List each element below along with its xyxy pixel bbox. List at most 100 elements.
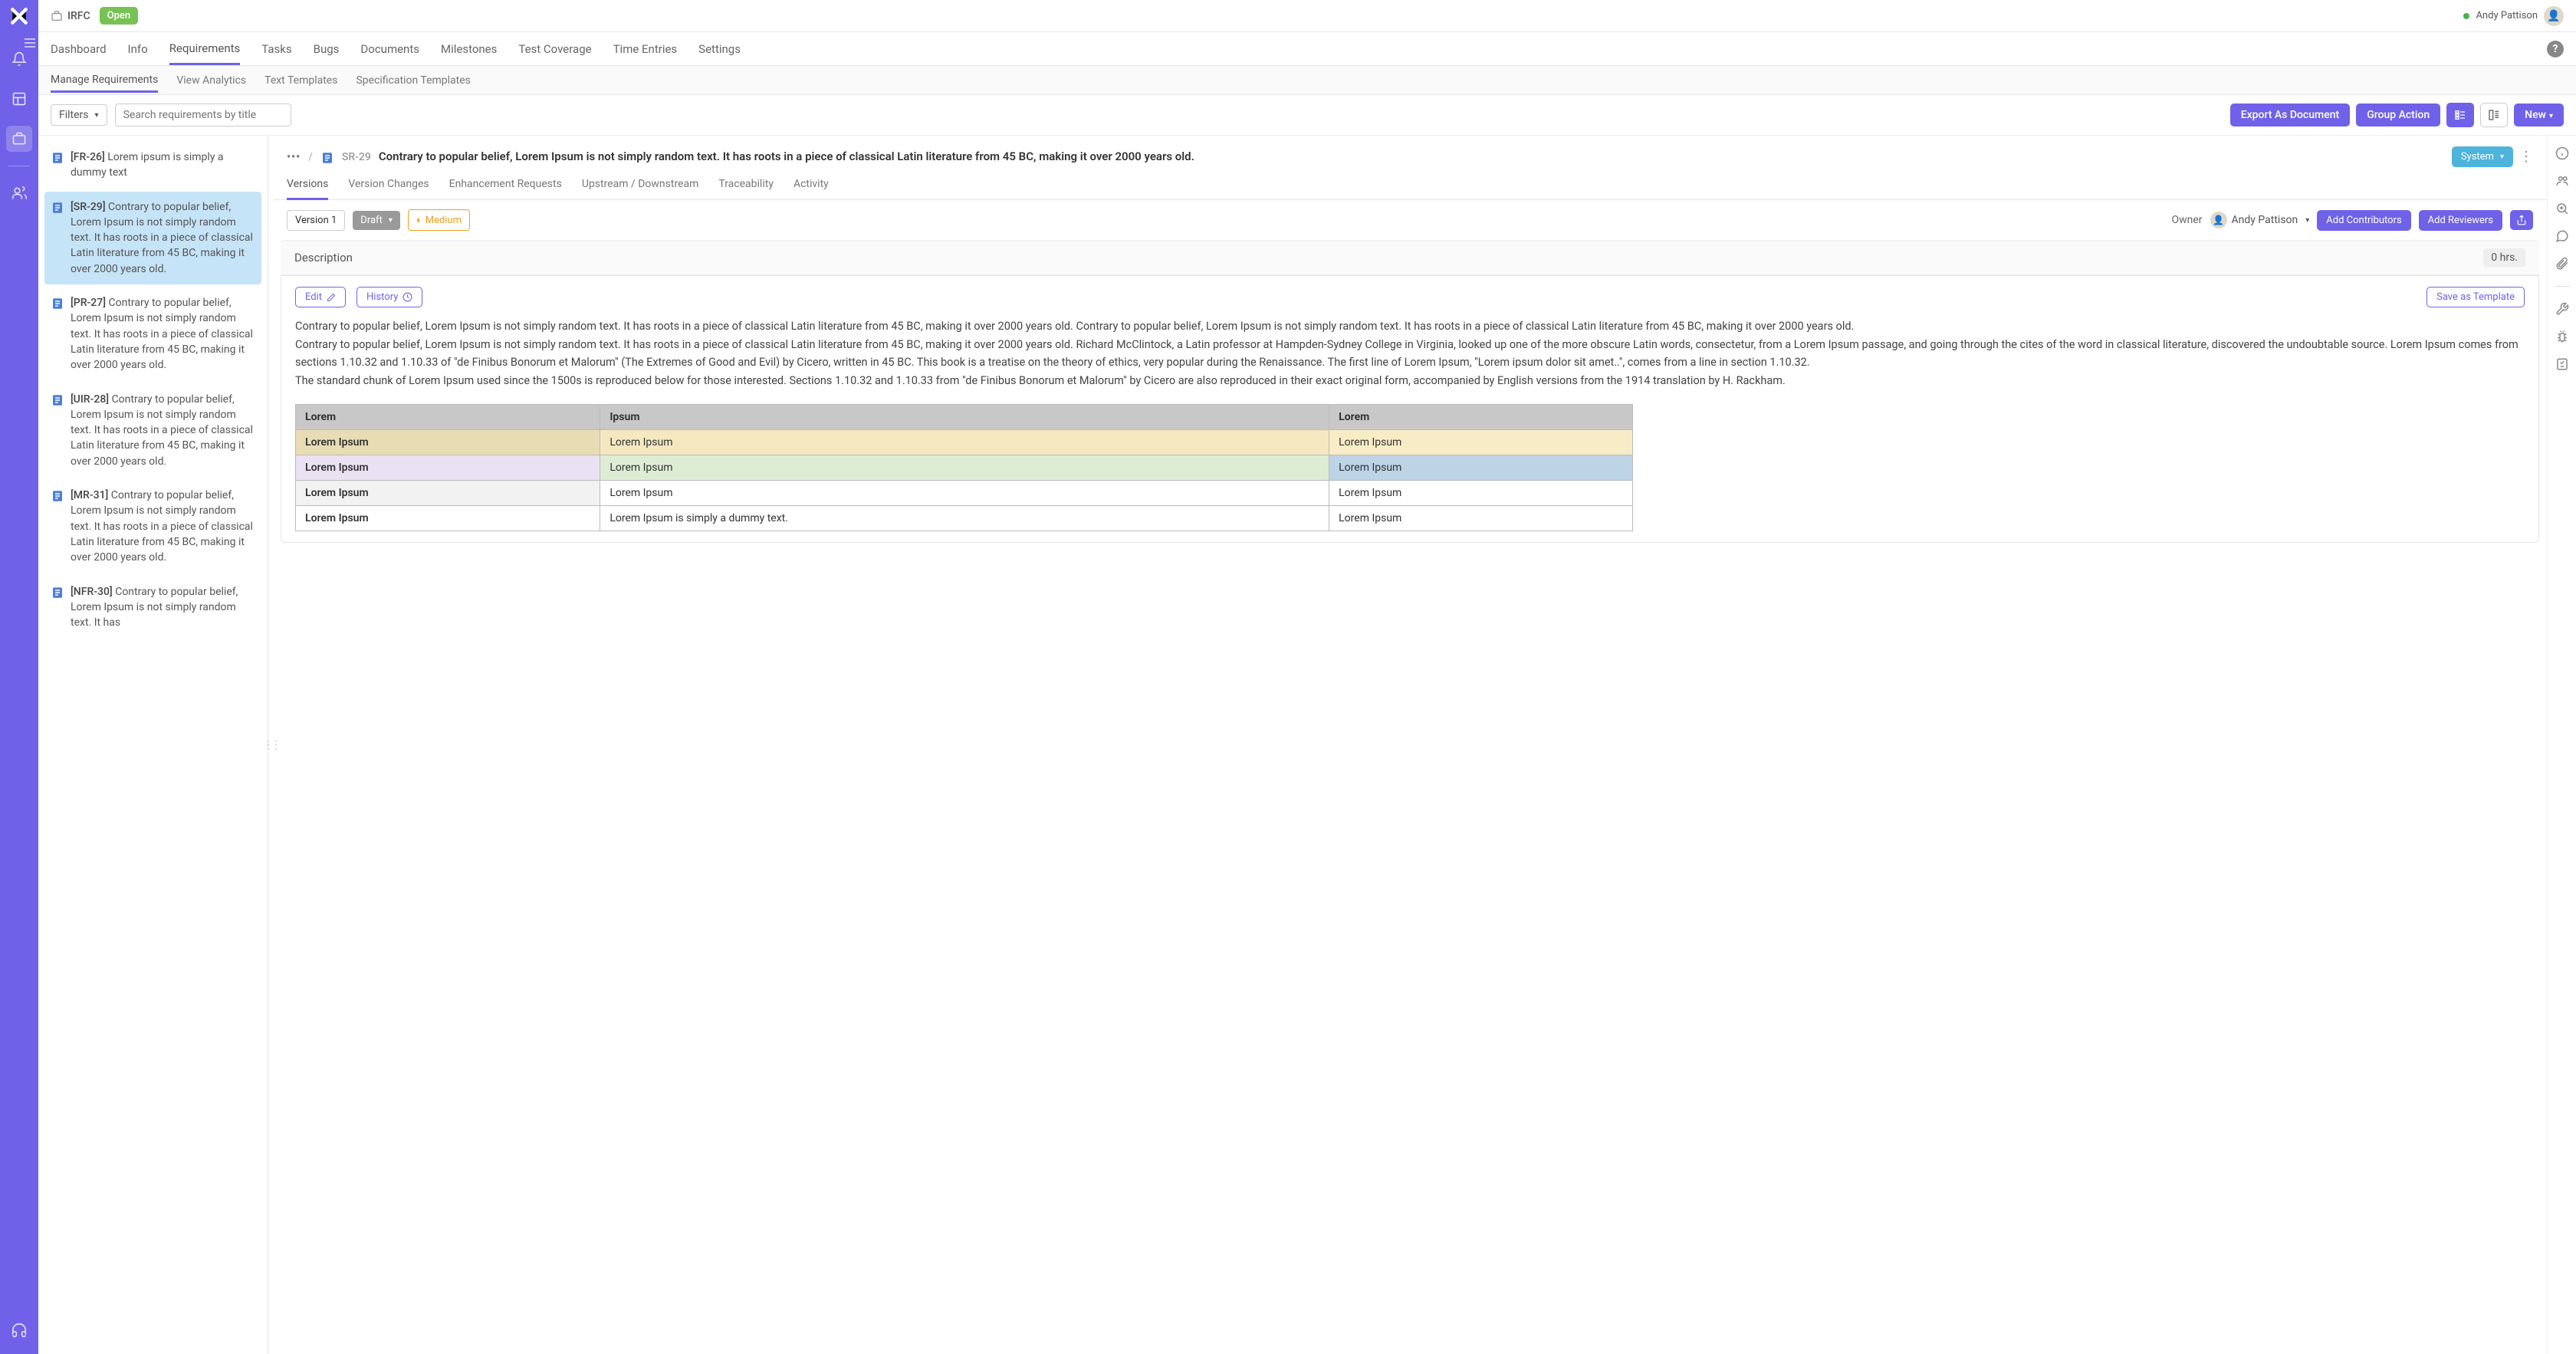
- crumb-separator: /: [308, 151, 313, 163]
- requirement-item[interactable]: [UIR-28] Contrary to popular belief, Lor…: [44, 384, 261, 477]
- requirement-text: [MR-31] Contrary to popular belief, Lore…: [71, 488, 255, 565]
- view-list-icon[interactable]: [2446, 103, 2474, 127]
- user-name: Andy Pattison: [2476, 10, 2538, 21]
- subtab-view-analytics[interactable]: View Analytics: [176, 74, 246, 87]
- nav-tab-bugs[interactable]: Bugs: [314, 35, 340, 64]
- sub-nav: Manage Requirements View Analytics Text Te…: [38, 66, 2576, 95]
- support-icon[interactable]: [6, 1317, 32, 1343]
- table-cell: Lorem Ipsum: [296, 480, 600, 505]
- add-reviewers-button[interactable]: Add Reviewers: [2419, 210, 2502, 231]
- detail-tab-version-changes[interactable]: Version Changes: [348, 178, 429, 199]
- share-button[interactable]: [2510, 210, 2533, 230]
- app-logo[interactable]: [9, 6, 29, 26]
- detail-tab-versions[interactable]: Versions: [287, 178, 328, 200]
- subtab-specification-templates[interactable]: Specification Templates: [356, 74, 470, 87]
- attachment-icon[interactable]: [2555, 257, 2569, 271]
- nav-tab-dashboard[interactable]: Dashboard: [51, 35, 107, 64]
- table-row: Lorem IpsumLorem IpsumLorem Ipsum: [296, 480, 1633, 505]
- nav-tab-test-coverage[interactable]: Test Coverage: [518, 35, 591, 64]
- right-icon-rail: [2547, 136, 2576, 1354]
- requirement-icon: [51, 297, 64, 311]
- table-cell: Lorem Ipsum: [296, 429, 600, 455]
- requirement-icon: [51, 151, 64, 165]
- nav-tab-requirements[interactable]: Requirements: [169, 34, 241, 65]
- projects-icon[interactable]: [6, 126, 32, 152]
- requirement-text: [NFR-30] Contrary to popular belief, Lor…: [71, 584, 255, 631]
- notifications-icon[interactable]: [6, 46, 32, 72]
- table-row: Lorem IpsumLorem IpsumLorem Ipsum: [296, 429, 1633, 455]
- more-actions-icon[interactable]: •••: [287, 151, 301, 163]
- project-breadcrumb[interactable]: IRFC: [51, 10, 90, 22]
- edit-button[interactable]: Edit: [295, 287, 346, 307]
- status-dropdown[interactable]: Draft: [353, 211, 400, 230]
- hours-chip: 0 hrs.: [2483, 248, 2525, 267]
- nav-tab-info[interactable]: Info: [128, 35, 148, 64]
- nav-tab-tasks[interactable]: Tasks: [261, 35, 291, 64]
- dashboard-icon[interactable]: [6, 86, 32, 112]
- detail-tab-enhancement-requests[interactable]: Enhancement Requests: [449, 178, 562, 199]
- nav-tab-documents[interactable]: Documents: [360, 35, 419, 64]
- requirement-item[interactable]: [NFR-30] Contrary to popular belief, Lor…: [44, 577, 261, 639]
- filters-button[interactable]: Filters: [51, 104, 107, 126]
- detail-tab-upstream-downstream[interactable]: Upstream / Downstream: [582, 178, 699, 199]
- version-chip[interactable]: Version 1: [287, 210, 345, 231]
- add-contributors-button[interactable]: Add Contributors: [2317, 210, 2410, 231]
- requirement-text: [SR-29] Contrary to popular belief, Lore…: [71, 199, 255, 277]
- wrench-icon[interactable]: [2555, 302, 2569, 316]
- requirement-id: SR-29: [342, 151, 371, 163]
- table-cell: Lorem Ipsum: [1329, 455, 1633, 480]
- user-avatar[interactable]: 👤: [2544, 6, 2564, 26]
- table-header: Lorem: [296, 404, 600, 429]
- subtab-text-templates[interactable]: Text Templates: [264, 74, 337, 87]
- view-grid-icon[interactable]: [2480, 103, 2508, 127]
- nav-tab-time-entries[interactable]: Time Entries: [613, 35, 678, 64]
- top-bar: IRFC Open Andy Pattison 👤: [38, 0, 2576, 32]
- project-status-badge: Open: [100, 7, 138, 25]
- table-cell: Lorem Ipsum: [296, 455, 600, 480]
- requirement-item[interactable]: [PR-27] Contrary to popular belief, Lore…: [44, 288, 261, 380]
- kebab-menu-icon[interactable]: ⋮: [2519, 149, 2533, 165]
- table-cell: Lorem Ipsum: [1329, 429, 1633, 455]
- requirement-item[interactable]: [SR-29] Contrary to popular belief, Lore…: [44, 192, 261, 284]
- description-body: Contrary to popular belief, Lorem Ipsum …: [295, 318, 2525, 390]
- history-button[interactable]: History: [356, 287, 422, 307]
- info-icon[interactable]: [2555, 146, 2569, 160]
- save-template-button[interactable]: Save as Template: [2426, 287, 2525, 307]
- system-dropdown[interactable]: System: [2452, 146, 2513, 167]
- people-icon[interactable]: [2555, 174, 2569, 188]
- nav-tab-milestones[interactable]: Milestones: [441, 35, 497, 64]
- requirement-item[interactable]: [MR-31] Contrary to popular belief, Lore…: [44, 480, 261, 573]
- table-header: Lorem: [1329, 404, 1633, 429]
- table-cell: Lorem Ipsum: [1329, 505, 1633, 531]
- table-cell: Lorem Ipsum: [600, 455, 1329, 480]
- search-input[interactable]: [115, 104, 291, 127]
- group-action-button[interactable]: Group Action: [2356, 104, 2440, 127]
- nav-tab-settings[interactable]: Settings: [698, 35, 741, 64]
- requirement-icon: [51, 201, 64, 215]
- table-cell: Lorem Ipsum: [600, 480, 1329, 505]
- priority-chip[interactable]: Medium: [408, 209, 470, 231]
- resize-handle[interactable]: [268, 136, 273, 1354]
- requirement-icon: [51, 393, 64, 407]
- help-icon[interactable]: ?: [2547, 41, 2564, 58]
- new-button[interactable]: New: [2514, 104, 2564, 127]
- requirement-icon: [51, 586, 64, 600]
- zoom-icon[interactable]: [2555, 202, 2569, 215]
- bug-icon[interactable]: [2555, 330, 2569, 343]
- subtab-manage-requirements[interactable]: Manage Requirements: [51, 74, 158, 93]
- export-button[interactable]: Export As Document: [2230, 104, 2351, 127]
- description-label: Description: [294, 251, 353, 265]
- presence-dot: [2463, 13, 2469, 19]
- requirements-list: [FR-26] Lorem ipsum is simply a dummy te…: [38, 136, 268, 1354]
- left-nav-rail: [0, 0, 38, 1354]
- comment-icon[interactable]: [2555, 229, 2569, 243]
- requirement-item[interactable]: [FR-26] Lorem ipsum is simply a dummy te…: [44, 142, 261, 189]
- users-icon[interactable]: [6, 180, 32, 206]
- requirement-text: [UIR-28] Contrary to popular belief, Lor…: [71, 392, 255, 469]
- detail-tab-activity[interactable]: Activity: [794, 178, 829, 199]
- table-row: Lorem IpsumLorem IpsumLorem Ipsum: [296, 455, 1633, 480]
- owner-label: Owner: [2171, 214, 2202, 226]
- owner-dropdown[interactable]: 👤 Andy Pattison: [2210, 212, 2310, 228]
- checklist-icon[interactable]: [2555, 357, 2569, 371]
- detail-tab-traceability[interactable]: Traceability: [718, 178, 774, 199]
